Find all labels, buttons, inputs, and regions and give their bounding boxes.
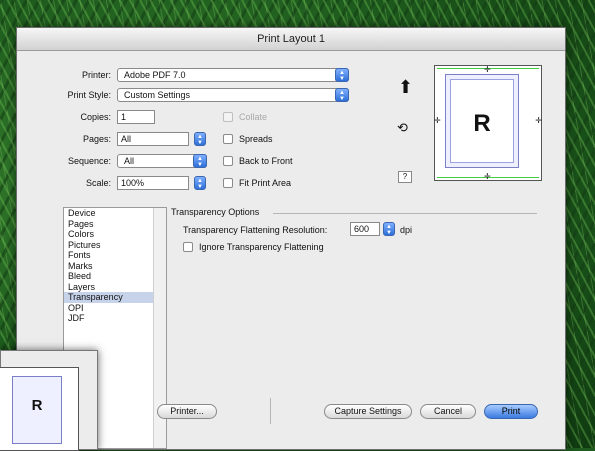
category-item-jdf[interactable]: JDF <box>64 313 166 324</box>
second-preview-sheet: R <box>12 376 62 444</box>
registration-mark-icon: ✛ <box>535 116 542 125</box>
category-item-pages[interactable]: Pages <box>64 219 166 230</box>
spreads-label: Spreads <box>239 134 273 144</box>
print-style-label: Print Style: <box>67 90 111 100</box>
category-item-pictures[interactable]: Pictures <box>64 240 166 251</box>
category-item-fonts[interactable]: Fonts <box>64 250 166 261</box>
capture-settings-button[interactable]: Capture Settings <box>324 404 412 419</box>
sequence-value: All <box>124 156 135 166</box>
heading-divider <box>273 213 537 214</box>
category-item-layers[interactable]: Layers <box>64 282 166 293</box>
second-print-dialog: R <box>0 350 98 451</box>
fit-print-area-checkbox[interactable] <box>223 178 233 188</box>
collate-label: Collate <box>239 112 268 122</box>
second-page-preview: R <box>0 367 79 451</box>
pages-stepper[interactable]: ▲ ▼ <box>194 132 206 146</box>
print-button[interactable]: Print <box>484 404 538 419</box>
category-item-marks[interactable]: Marks <box>64 261 166 272</box>
printer-value: Adobe PDF 7.0 <box>124 70 186 80</box>
back-to-front-label: Back to Front <box>239 156 293 166</box>
help-button[interactable]: ? <box>398 171 412 183</box>
second-preview-letter: R <box>31 397 43 414</box>
scale-label: Scale: <box>85 178 111 188</box>
popup-arrows-icon: ▲ ▼ <box>193 154 207 168</box>
category-items: Device Pages Colors Pictures Fonts Marks Bleed… <box>64 208 166 324</box>
fit-print-area-label: Fit Print Area <box>239 178 292 188</box>
popup-arrows-icon: ▲ ▼ <box>335 88 349 102</box>
landscape-rotate-icon[interactable]: ⟲ <box>397 120 408 136</box>
sequence-popup[interactable]: All ▲ ▼ <box>117 154 207 168</box>
ignore-flattening-checkbox[interactable] <box>183 242 193 252</box>
back-to-front-checkbox[interactable] <box>223 156 233 166</box>
category-item-bleed[interactable]: Bleed <box>64 271 166 282</box>
registration-mark-icon: ✛ <box>484 65 491 74</box>
category-item-device[interactable]: Device <box>64 208 166 219</box>
transparency-heading: Transparency Options <box>171 207 260 217</box>
ignore-flattening-label: Ignore Transparency Flattening <box>199 242 324 252</box>
cancel-button[interactable]: Cancel <box>420 404 476 419</box>
spreads-checkbox[interactable] <box>223 134 233 144</box>
print-dialog: Print Layout 1 Printer: Adobe PDF 7.0 ▲ ▼… <box>16 27 566 450</box>
registration-mark-icon: ✛ <box>434 116 441 125</box>
collate-checkbox[interactable] <box>223 112 233 122</box>
print-style-popup[interactable]: Custom Settings ▲ ▼ <box>117 88 349 102</box>
registration-mark-icon: ✛ <box>484 172 491 181</box>
window-title: Print Layout 1 <box>17 28 565 51</box>
pages-field[interactable]: All <box>117 132 189 146</box>
pages-label: Pages: <box>82 134 111 144</box>
popup-arrows-icon: ▲ ▼ <box>335 68 349 82</box>
preview-letter: R <box>473 110 491 137</box>
copies-field[interactable]: 1 <box>117 110 155 124</box>
scale-field[interactable]: 100% <box>117 176 189 190</box>
resolution-stepper[interactable]: ▲ ▼ <box>383 222 395 236</box>
sequence-label: Sequence: <box>67 156 111 166</box>
preview-page: R <box>450 79 514 163</box>
printer-label: Printer: <box>81 70 111 80</box>
category-item-transparency[interactable]: Transparency <box>64 292 166 303</box>
button-divider <box>270 398 271 424</box>
scale-stepper[interactable]: ▲ ▼ <box>194 176 206 190</box>
preview-sheet: R <box>445 74 519 168</box>
page-preview: ✛ ✛ ✛ ✛ R <box>434 65 542 181</box>
printer-popup[interactable]: Adobe PDF 7.0 ▲ ▼ <box>117 68 349 82</box>
resolution-label: Transparency Flattening Resolution: <box>183 225 328 235</box>
printer-button[interactable]: Printer... <box>157 404 217 419</box>
resolution-unit: dpi <box>400 225 413 235</box>
print-style-value: Custom Settings <box>124 90 191 100</box>
copies-label: Copies: <box>80 112 111 122</box>
resolution-field[interactable]: 600 <box>350 222 380 236</box>
category-item-colors[interactable]: Colors <box>64 229 166 240</box>
category-item-opi[interactable]: OPI <box>64 303 166 314</box>
portrait-arrow-icon[interactable]: ⬆ <box>398 78 413 96</box>
